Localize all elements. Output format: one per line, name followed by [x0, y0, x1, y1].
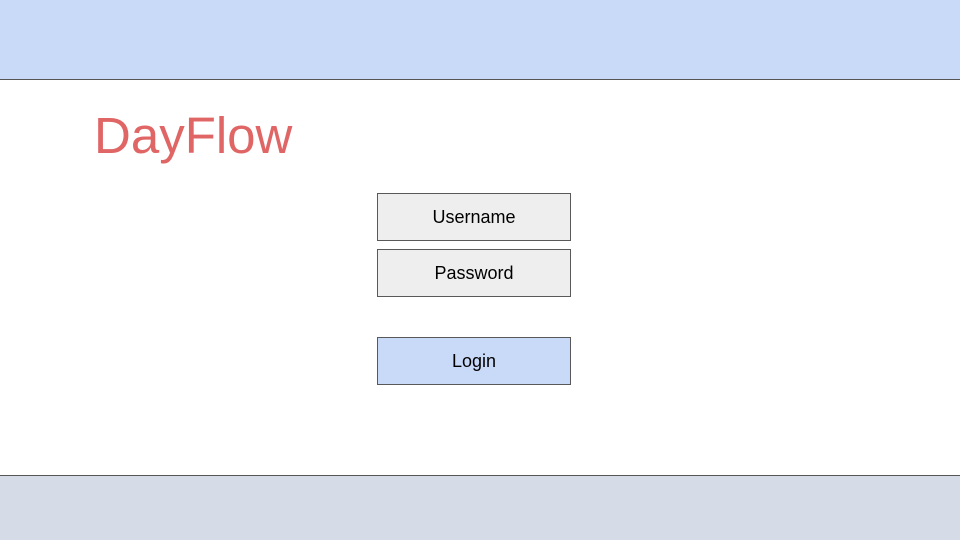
login-page: DayFlow Username Password Login	[0, 0, 960, 540]
password-field[interactable]: Password	[377, 249, 571, 297]
username-field[interactable]: Username	[377, 193, 571, 241]
login-button[interactable]: Login	[377, 337, 571, 385]
app-title: DayFlow	[94, 107, 293, 164]
header-bar	[0, 0, 960, 80]
footer-bar	[0, 475, 960, 540]
